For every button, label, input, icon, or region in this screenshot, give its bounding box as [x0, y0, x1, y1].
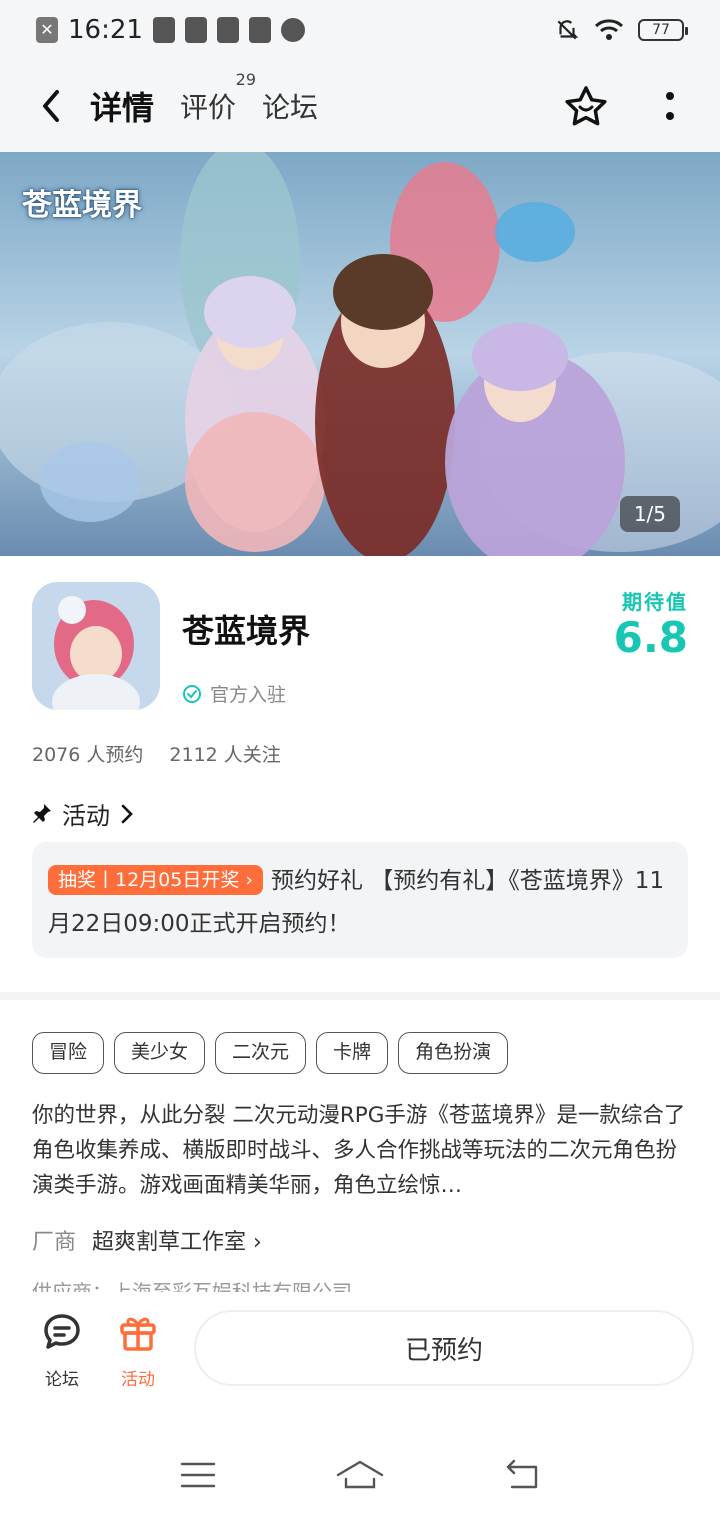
tab-details[interactable]: 详情 [85, 83, 159, 135]
battery-indicator: 77 [638, 19, 688, 41]
vendor-row[interactable]: 厂商 超爽割草工作室 › [32, 1224, 262, 1256]
tag-list: 冒险 美少女 二次元 卡牌 角色扮演 [32, 1032, 509, 1074]
app-notification-icon [152, 17, 175, 43]
game-description-text: 你的世界，从此分裂 二次元动漫RPG手游《苍蓝境界》是一款综合了角色收集养成、横… [32, 1103, 686, 1198]
game-description[interactable]: 你的世界，从此分裂 二次元动漫RPG手游《苍蓝境界》是一款综合了角色收集养成、横… [32, 1098, 688, 1203]
tab-forum-label: 论坛 [262, 91, 319, 124]
activity-tab-label: 活动 [121, 1370, 155, 1390]
back-nav-icon[interactable] [504, 1459, 540, 1491]
tab-details-label: 详情 [90, 89, 155, 127]
status-bar: ✕ 16:21 77 [0, 0, 720, 60]
home-icon[interactable] [336, 1459, 384, 1491]
tab-forum[interactable]: 论坛 [262, 86, 318, 126]
verified-check-icon [183, 684, 201, 703]
pin-icon [33, 803, 51, 823]
tag-item[interactable]: 二次元 [215, 1032, 307, 1074]
banner-page-indicator: 1/5 [619, 496, 680, 532]
bottom-action-bar: 论坛 活动 已预约 [0, 1292, 720, 1412]
reservation-count: 2076 人预约 [32, 744, 144, 766]
chevron-left-icon [43, 90, 59, 122]
activity-button[interactable]: 活动 [108, 1310, 168, 1390]
follower-count: 2112 人关注 [169, 744, 281, 766]
vendor-label: 厂商 [32, 1230, 77, 1255]
close-notification-icon: ✕ [36, 17, 58, 43]
chevron-right-icon [121, 804, 133, 823]
forum-label: 论坛 [45, 1370, 79, 1390]
star-smile-icon [565, 86, 607, 126]
tab-reviews-label: 评价 [180, 91, 237, 124]
vivo-icon [184, 17, 207, 43]
system-nav-bar [0, 1430, 720, 1520]
back-button[interactable] [26, 81, 76, 131]
forum-button[interactable]: 论坛 [32, 1310, 92, 1390]
compass-icon [280, 18, 305, 42]
review-count-badge: 29 [235, 70, 257, 89]
status-time: 16:21 [68, 15, 143, 45]
banner-carousel[interactable]: 苍蓝境界 1/5 [0, 152, 720, 556]
publisher-row-partial: 供应商：上海至彩互娱科技有限公司 [32, 1280, 352, 1292]
reserved-button[interactable]: 已预约 [194, 1310, 694, 1386]
banner-logo: 苍蓝境界 [22, 188, 142, 223]
app-icon[interactable] [32, 582, 160, 710]
taobao-icon [248, 17, 271, 43]
top-nav: 详情 评价 29 论坛 [0, 60, 720, 152]
forum-chat-icon [44, 1314, 80, 1349]
official-badge: 官方入驻 [182, 680, 286, 707]
favorite-button[interactable] [562, 82, 610, 130]
menu-icon[interactable] [180, 1461, 216, 1489]
tag-item[interactable]: 卡牌 [316, 1032, 389, 1074]
expectation-label: 期待值 [622, 590, 688, 614]
activity-title: 活动 [62, 802, 110, 830]
cloud-icon [216, 17, 239, 43]
activity-card[interactable]: 抽奖丨12月05日开奖 › 预约好礼 【预约有礼】《苍蓝境界》11月22日09:0… [32, 842, 688, 958]
app-stats: 2076 人预约 2112 人关注 [32, 740, 281, 767]
lottery-badge[interactable]: 抽奖丨12月05日开奖 › [48, 865, 263, 895]
app-name: 苍蓝境界 [182, 612, 311, 650]
official-label: 官方入驻 [210, 684, 287, 706]
vendor-name: 超爽割草工作室 › [92, 1230, 262, 1255]
expectation-score: 期待值 6.8 [614, 586, 688, 661]
tag-item[interactable]: 角色扮演 [398, 1032, 509, 1074]
gift-icon [120, 1317, 156, 1351]
tab-reviews[interactable]: 评价 29 [180, 70, 256, 126]
app-icon-artwork [32, 582, 160, 710]
tag-item[interactable]: 冒险 [32, 1032, 105, 1074]
mute-bell-icon [557, 20, 579, 40]
more-button[interactable] [646, 82, 694, 130]
activity-header[interactable]: 活动 [32, 796, 134, 831]
wifi-icon [594, 19, 624, 40]
app-info: 苍蓝境界 官方入驻 期待值 6.8 [32, 582, 688, 712]
more-vertical-icon [666, 92, 674, 120]
section-divider [0, 992, 720, 1000]
expectation-value: 6.8 [613, 613, 688, 662]
tag-item[interactable]: 美少女 [114, 1032, 206, 1074]
